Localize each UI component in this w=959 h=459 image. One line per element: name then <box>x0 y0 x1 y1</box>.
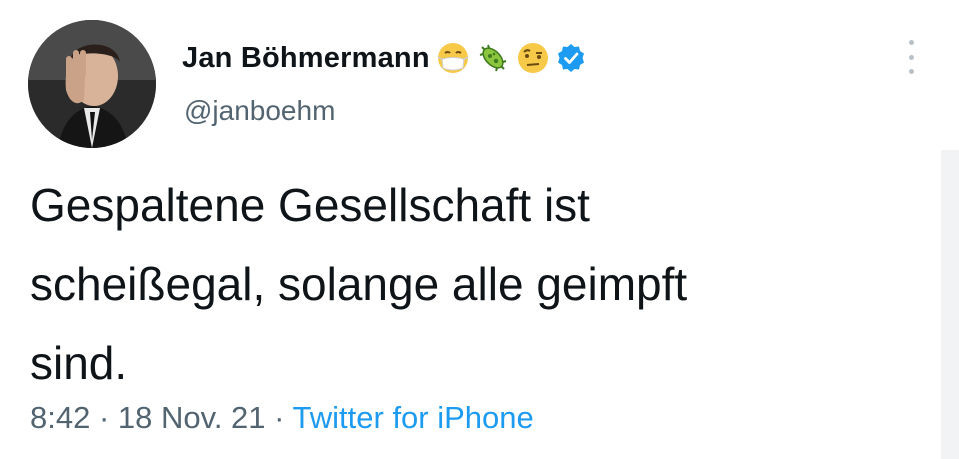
tweet-source-link[interactable]: Twitter for iPhone <box>293 400 534 435</box>
verified-badge-icon <box>556 43 586 73</box>
meta-separator: · <box>90 400 118 435</box>
tweet-date[interactable]: 18 Nov. 21 <box>118 400 266 435</box>
face-with-raised-eyebrow-icon <box>516 41 550 75</box>
tweet-text: Gespaltene Gesellschaft ist scheißegal, … <box>30 179 688 389</box>
meta-separator: · <box>265 400 293 435</box>
scrollbar-track[interactable] <box>941 150 959 459</box>
avatar[interactable] <box>28 20 156 148</box>
more-options-icon[interactable] <box>905 40 917 74</box>
author-display-name[interactable]: Jan Böhmermann <box>182 42 430 75</box>
face-with-medical-mask-icon <box>436 41 470 75</box>
tweet-meta: 8:42 · 18 Nov. 21 · Twitter for iPhone <box>30 400 534 436</box>
microbe-icon <box>476 41 510 75</box>
author-handle[interactable]: @janboehm <box>184 95 335 127</box>
author-name-row: Jan Böhmermann <box>182 40 586 76</box>
tweet-time[interactable]: 8:42 <box>30 400 90 435</box>
